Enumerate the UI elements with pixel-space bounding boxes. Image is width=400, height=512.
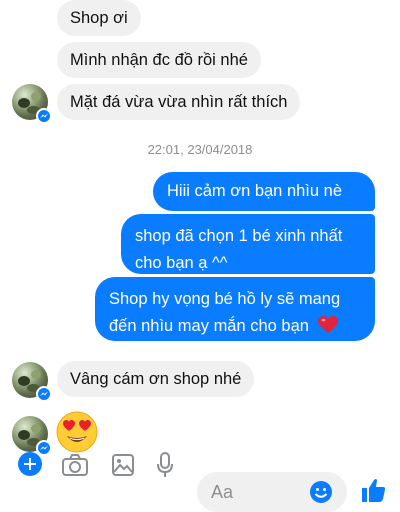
microphone-icon[interactable]	[157, 452, 173, 478]
sent-message[interactable]: shop đã chọn 1 bé xinh nhất cho bạn ạ ^^	[121, 214, 375, 274]
sent-message-line: cho bạn ạ ^^	[135, 254, 228, 272]
received-message[interactable]: Shop ơi	[57, 0, 141, 36]
sent-message-line: shop đã chọn 1 bé xinh nhất	[135, 227, 343, 245]
sent-message-line: đến nhìu may mắn cho bạn	[109, 313, 361, 340]
emoji-smiley-icon[interactable]	[309, 480, 333, 504]
thumbs-up-icon[interactable]	[360, 477, 386, 503]
camera-icon[interactable]	[62, 454, 88, 476]
red-heart-icon	[317, 316, 338, 333]
sent-message[interactable]: Shop hy vọng bé hồ ly sẽ mang đến nhìu m…	[95, 277, 375, 341]
heart-eyes-emoji-icon[interactable]	[56, 411, 98, 453]
received-message[interactable]: Mình nhận đc đồ rồi nhé	[57, 42, 261, 78]
plus-icon[interactable]	[18, 452, 42, 476]
message-timestamp: 22:01, 23/04/2018	[147, 142, 253, 157]
received-message[interactable]: Vâng cám ơn shop nhé	[57, 361, 255, 397]
messenger-badge-icon	[36, 108, 52, 124]
received-message[interactable]: Mặt đá vừa vừa nhìn rất thích	[57, 84, 301, 120]
sent-message-line: Shop hy vọng bé hồ ly sẽ mang	[109, 290, 341, 308]
sent-message[interactable]: Hiii cảm ơn bạn nhìu nè	[153, 172, 375, 211]
message-input[interactable]: Aa	[197, 472, 347, 512]
messenger-badge-icon	[36, 386, 52, 402]
photo-icon[interactable]	[112, 454, 134, 476]
